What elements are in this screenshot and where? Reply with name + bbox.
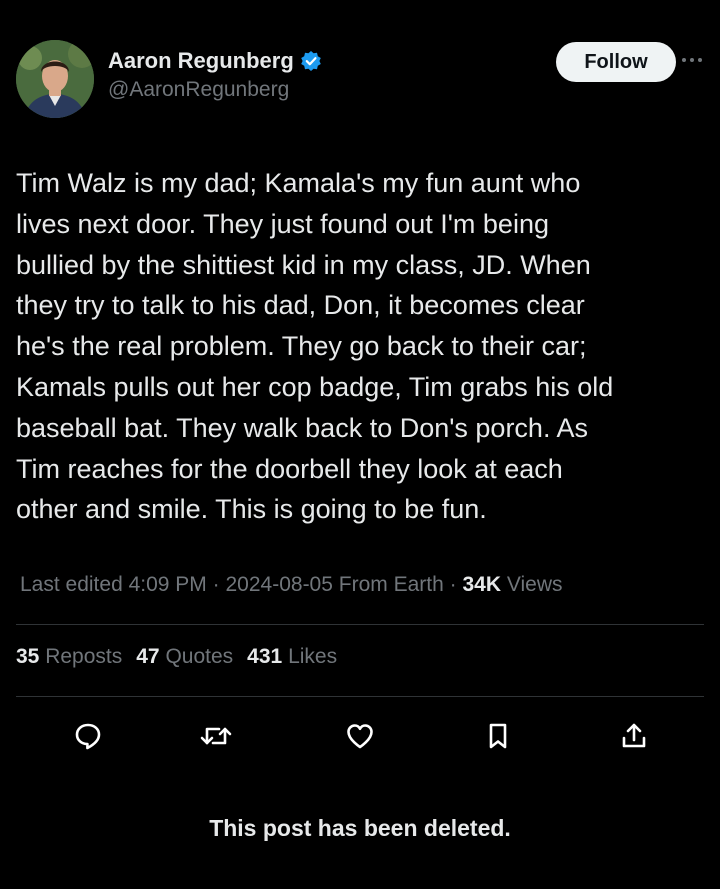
quotes-stat[interactable]: 47 Quotes [136, 645, 233, 669]
reposts-label: Reposts [45, 645, 123, 668]
action-bar [0, 718, 720, 754]
tweet-date[interactable]: 2024-08-05 [226, 573, 333, 596]
author-avatar[interactable] [16, 40, 94, 118]
quotes-count: 47 [136, 645, 160, 668]
author-name-row: Aaron Regunberg [108, 48, 322, 74]
reposts-stat[interactable]: 35 Reposts [16, 645, 122, 669]
tweet-metadata: Last edited 4:09 PM · 2024-08-05 From Ea… [20, 573, 563, 597]
divider [16, 624, 704, 625]
follow-button[interactable]: Follow [556, 42, 676, 82]
views-count: 34K [462, 573, 502, 596]
tweet-source: From Earth [338, 573, 444, 596]
author-display-name[interactable]: Aaron Regunberg [108, 48, 294, 74]
tweet-time[interactable]: 4:09 PM [129, 573, 207, 596]
tweet-header: Aaron Regunberg @AaronRegunberg Follow [16, 38, 704, 122]
edited-label[interactable]: Last edited [20, 573, 123, 596]
avatar-portrait [16, 40, 94, 118]
likes-stat[interactable]: 431 Likes [247, 645, 337, 669]
deleted-post-notice: This post has been deleted. [209, 815, 511, 841]
author-info: Aaron Regunberg @AaronRegunberg [108, 48, 322, 102]
quotes-label: Quotes [165, 645, 234, 668]
views-label: Views [506, 573, 563, 596]
tweet-body-text: Tim Walz is my dad; Kamala's my fun aunt… [16, 168, 614, 525]
reply-icon[interactable] [70, 718, 106, 754]
share-icon[interactable] [616, 718, 652, 754]
like-icon[interactable] [342, 718, 378, 754]
engagement-stats: 35 Reposts 47 Quotes 431 Likes [16, 645, 337, 669]
reposts-count: 35 [16, 645, 40, 668]
bookmark-icon[interactable] [480, 718, 516, 754]
divider [16, 696, 704, 697]
verified-badge-icon [300, 50, 322, 72]
meta-separator: · [212, 573, 220, 596]
more-horizontal-icon[interactable] [678, 46, 706, 74]
repost-icon[interactable] [198, 718, 234, 754]
author-handle[interactable]: @AaronRegunberg [108, 78, 322, 102]
meta-separator: · [449, 573, 457, 596]
likes-label: Likes [288, 645, 338, 668]
likes-count: 431 [247, 645, 283, 668]
